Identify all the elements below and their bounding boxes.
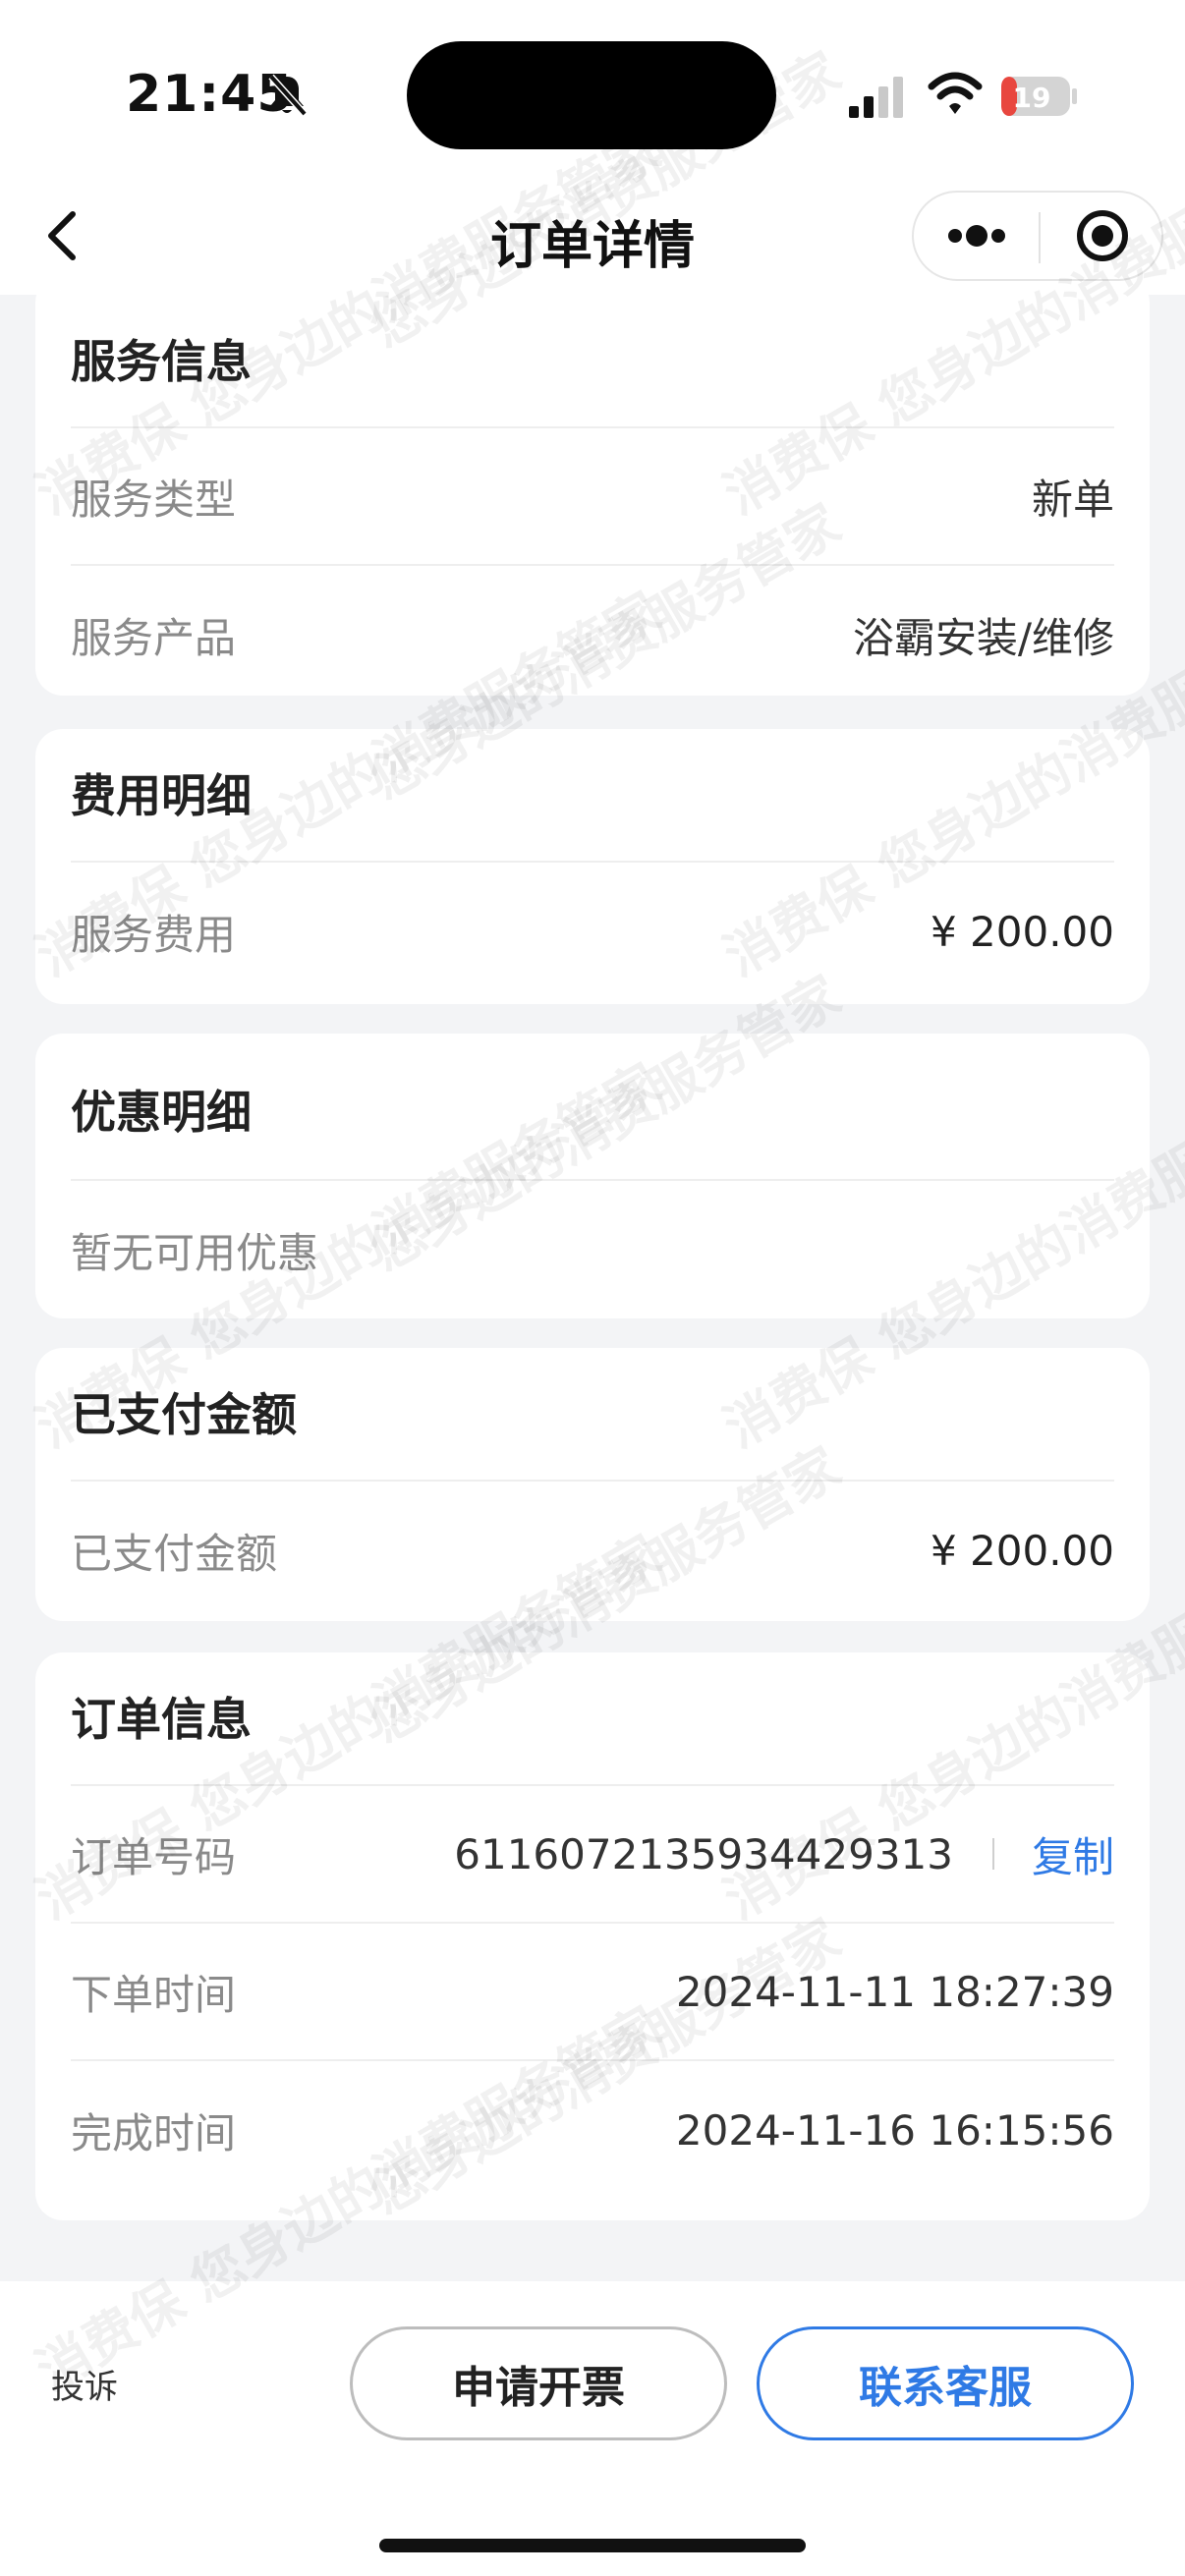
finish-time-row: 完成时间 2024-11-16 16:15:56 bbox=[71, 2061, 1114, 2199]
service-fee-value: ¥ 200.00 bbox=[930, 907, 1114, 956]
discount-detail-title: 优惠明细 bbox=[71, 1034, 1114, 1181]
order-info-title: 订单信息 bbox=[71, 1652, 1114, 1786]
paid-amount-title: 已支付金额 bbox=[71, 1348, 1114, 1482]
discount-empty-text: 暂无可用优惠 bbox=[71, 1228, 319, 1277]
signal-icon bbox=[849, 77, 903, 118]
service-fee-label: 服务费用 bbox=[71, 910, 237, 959]
service-info-card: 服务信息 服务类型 新单 服务产品 浴霸安装/维修 bbox=[35, 295, 1150, 696]
fee-detail-title: 费用明细 bbox=[71, 729, 1114, 863]
wifi-icon bbox=[928, 72, 983, 114]
close-target-icon[interactable] bbox=[1042, 193, 1163, 279]
bell-off-icon bbox=[268, 74, 308, 117]
paid-amount-label: 已支付金额 bbox=[71, 1529, 278, 1578]
fee-detail-card: 费用明细 服务费用 ¥ 200.00 bbox=[35, 729, 1150, 1004]
service-product-label: 服务产品 bbox=[71, 613, 237, 662]
paid-amount-value: ¥ 200.00 bbox=[930, 1526, 1114, 1575]
bottom-action-bar: 投诉 申请开票 联系客服 bbox=[0, 2281, 1185, 2576]
home-indicator bbox=[379, 2539, 806, 2552]
service-info-title: 服务信息 bbox=[71, 295, 1114, 428]
status-bar: 21:45 19 bbox=[0, 0, 1185, 177]
battery-level: 19 bbox=[1013, 82, 1051, 114]
service-product-row: 服务产品 浴霸安装/维修 bbox=[71, 566, 1114, 703]
copy-button[interactable]: 复制 bbox=[1032, 1824, 1114, 1884]
finish-time-label: 完成时间 bbox=[71, 2108, 237, 2157]
capsule-divider bbox=[1039, 212, 1041, 263]
service-product-value: 浴霸安装/维修 bbox=[852, 613, 1114, 662]
order-time-label: 下单时间 bbox=[71, 1970, 237, 2019]
discount-detail-card: 优惠明细 暂无可用优惠 bbox=[35, 1034, 1150, 1318]
order-number-value: 6116072135934429313 bbox=[454, 1829, 953, 1878]
nav-bar: 订单详情 bbox=[0, 177, 1185, 295]
battery-icon: 19 bbox=[1000, 75, 1079, 118]
order-time-value: 2024-11-11 18:27:39 bbox=[675, 1967, 1114, 2016]
service-type-label: 服务类型 bbox=[71, 475, 237, 524]
paid-amount-card: 已支付金额 已支付金额 ¥ 200.00 bbox=[35, 1348, 1150, 1621]
discount-empty-row: 暂无可用优惠 bbox=[71, 1181, 1114, 1318]
apply-invoice-button[interactable]: 申请开票 bbox=[350, 2326, 727, 2440]
order-time-row: 下单时间 2024-11-11 18:27:39 bbox=[71, 1924, 1114, 2061]
order-number-label: 订单号码 bbox=[71, 1832, 237, 1881]
order-number-wrap: 6116072135934429313 复制 bbox=[454, 1824, 1114, 1884]
service-type-value: 新单 bbox=[1031, 475, 1114, 524]
order-info-card: 订单信息 订单号码 6116072135934429313 复制 下单时间 20… bbox=[35, 1652, 1150, 2220]
back-icon[interactable] bbox=[39, 204, 94, 267]
finish-time-value: 2024-11-16 16:15:56 bbox=[675, 2105, 1114, 2155]
more-icon[interactable] bbox=[914, 193, 1038, 279]
copy-divider bbox=[991, 1838, 994, 1870]
order-detail-content: 服务信息 服务类型 新单 服务产品 浴霸安装/维修 费用明细 服务费用 ¥ 20… bbox=[0, 295, 1185, 2281]
order-number-row: 订单号码 6116072135934429313 复制 bbox=[71, 1786, 1114, 1924]
contact-service-button[interactable]: 联系客服 bbox=[757, 2326, 1134, 2440]
paid-amount-row: 已支付金额 ¥ 200.00 bbox=[71, 1482, 1114, 1619]
complain-link[interactable]: 投诉 bbox=[51, 2360, 118, 2408]
mini-program-capsule bbox=[912, 191, 1163, 281]
dynamic-island bbox=[407, 41, 776, 149]
service-fee-row: 服务费用 ¥ 200.00 bbox=[71, 863, 1114, 1000]
service-type-row: 服务类型 新单 bbox=[71, 428, 1114, 566]
